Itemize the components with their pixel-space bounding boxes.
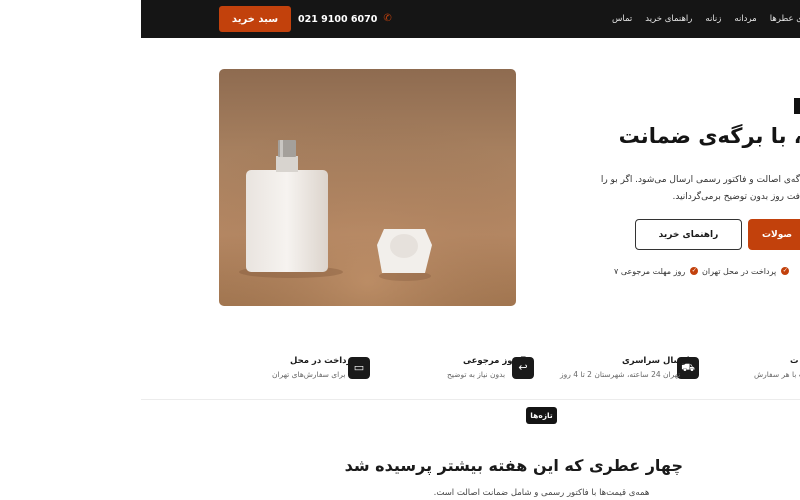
section-title: چهار عطری که این هفته بیشتر پرسیده شد: [344, 456, 683, 475]
feature-subtitle: ت با هر سفارش: [754, 370, 800, 379]
hero-product-image: [219, 69, 516, 306]
feature-returns: ↩ 7 روز مرجوعی بدون نیاز به توضیح: [445, 354, 535, 384]
nav-contact[interactable]: تماس: [612, 14, 632, 24]
feature-title: ارسال سراسری: [622, 356, 690, 366]
hero-description: گه‌ی اصالت و فاکتور رسمی ارسال می‌شود. ا…: [600, 172, 800, 206]
feature-title: پرداخت در محل: [290, 356, 356, 366]
check-icon: ✓: [781, 267, 790, 275]
feature-shipping: ⛟ ارسال سراسری تهران 24 ساعته، شهرستان 2…: [560, 354, 700, 384]
nav-men[interactable]: مردانه: [734, 14, 756, 24]
hero-title: ل، با برگه‌ی ضمانت: [620, 124, 800, 148]
buying-guide-button[interactable]: راهنمای خرید: [635, 219, 742, 250]
nav-women[interactable]: زنانه: [705, 14, 721, 24]
feature-subtitle: بدون نیاز به توضیح: [447, 370, 506, 379]
hero-desc-line-2: فت روز بدون توضیح برمی‌گردانید.: [672, 192, 800, 202]
nav-buying-guide[interactable]: راهنمای خرید: [645, 14, 692, 24]
section-subtitle: همه‌ی قیمت‌ها با فاکتور رسمی و شامل ضمان…: [433, 488, 650, 498]
hero-feature-return-label: ۷ روز مهلت مرجوعی: [614, 266, 686, 276]
section-divider: [141, 399, 800, 400]
feature-title: 7 روز مرجوعی: [463, 356, 527, 366]
new-badge: تازه‌ها: [526, 407, 557, 424]
feature-title: ت: [790, 356, 799, 366]
hero-feature-cod-label: پرداخت در محل تهران: [702, 266, 777, 276]
phone-link[interactable]: 021 9100 6070 ✆: [298, 10, 393, 28]
main-nav: همه‌ی عطرها مردانه زنانه راهنمای خرید تم…: [612, 10, 800, 28]
phone-number: 021 9100 6070: [298, 13, 378, 25]
hero-feature-cod: پرداخت در محل تهران ✓: [702, 265, 790, 277]
products-button[interactable]: صولات: [748, 219, 800, 250]
page-gutter: [0, 0, 141, 500]
phone-icon: ✆: [383, 13, 392, 24]
feature-authenticity: ت ت با هر سفارش: [754, 354, 800, 384]
nav-all-perfumes[interactable]: همه‌ی عطرها: [770, 14, 800, 24]
feature-subtitle: برای سفارش‌های تهران: [272, 370, 346, 379]
hero-feature-return: ۷ روز مهلت مرجوعی ✓: [614, 265, 699, 277]
check-icon: ✓: [690, 267, 699, 275]
perfume-bottle-illustration: [219, 69, 516, 306]
feature-cod: ▭ پرداخت در محل برای سفارش‌های تهران: [270, 354, 370, 384]
hero-desc-line-1: گه‌ی اصالت و فاکتور رسمی ارسال می‌شود. ا…: [600, 175, 800, 185]
hero-eyebrow-mark: [794, 98, 800, 114]
cart-button[interactable]: سبد خرید: [219, 6, 291, 32]
feature-subtitle: تهران 24 ساعته، شهرستان 2 تا 4 روز: [560, 370, 681, 379]
